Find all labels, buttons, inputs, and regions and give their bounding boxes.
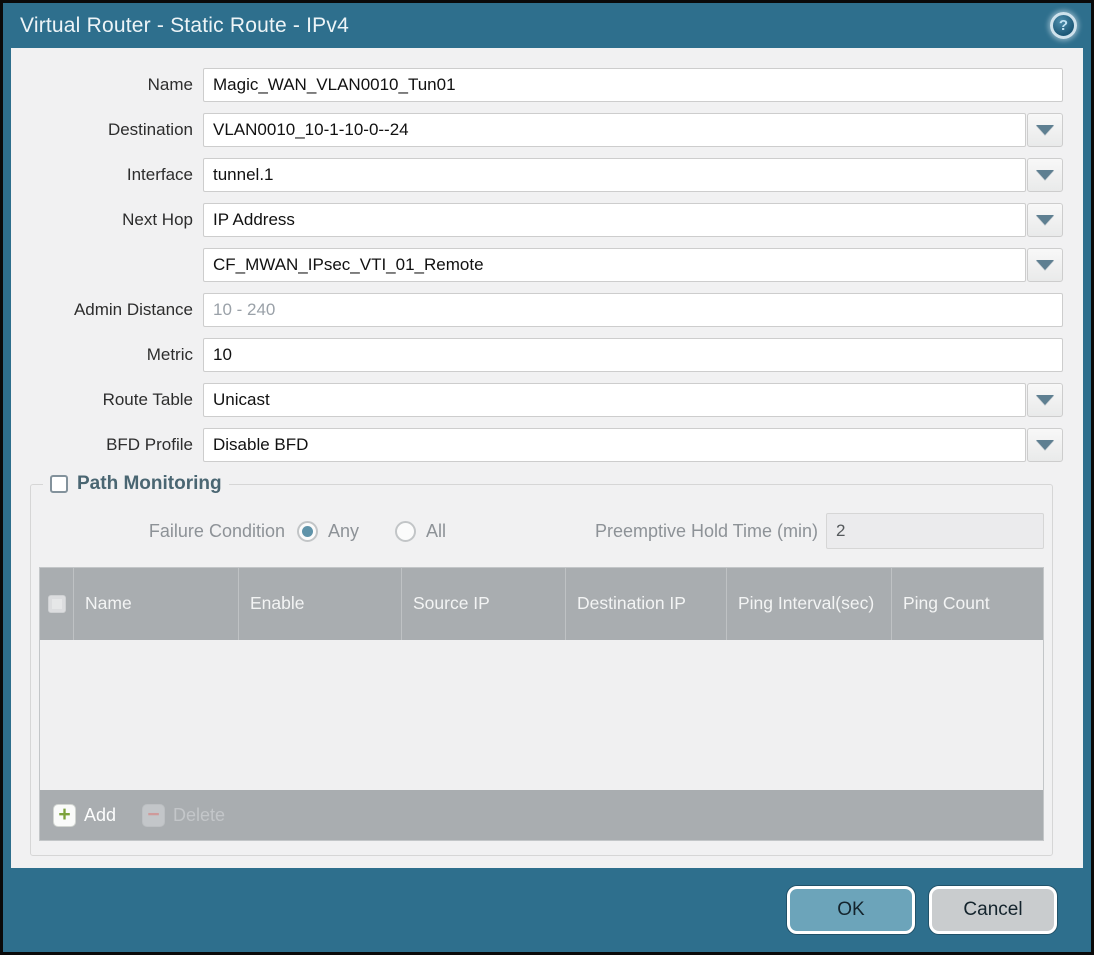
metric-row: Metric	[11, 338, 1063, 372]
metric-label: Metric	[146, 345, 193, 364]
delete-button[interactable]: − Delete	[142, 803, 226, 827]
route-table-label: Route Table	[102, 390, 193, 409]
next-hop-address-dropdown-button[interactable]	[1027, 248, 1063, 282]
column-header-destination-ip[interactable]: Destination IP	[566, 568, 727, 640]
next-hop-type-input[interactable]	[203, 203, 1026, 237]
path-monitoring-section: Path Monitoring Failure Condition Any Al…	[30, 473, 1053, 856]
column-header-name[interactable]: Name	[74, 568, 239, 640]
interface-dropdown-button[interactable]	[1027, 158, 1063, 192]
path-monitor-table-header: Name Enable Source IP Destination IP Pin…	[40, 568, 1043, 640]
preemptive-hold-time-input[interactable]	[826, 513, 1044, 549]
bfd-profile-dropdown-button[interactable]	[1027, 428, 1063, 462]
path-monitoring-checkbox[interactable]	[50, 475, 68, 493]
cancel-button[interactable]: Cancel	[929, 886, 1057, 934]
chevron-down-icon	[1036, 170, 1054, 180]
path-monitor-table-body	[40, 640, 1043, 790]
minus-icon: −	[142, 803, 166, 827]
admin-distance-row: Admin Distance	[11, 293, 1063, 327]
admin-distance-label: Admin Distance	[73, 300, 193, 319]
failure-condition-row: Failure Condition Any All Preemptive Hol…	[39, 513, 1044, 549]
ok-button[interactable]: OK	[787, 886, 915, 934]
destination-dropdown-button[interactable]	[1027, 113, 1063, 147]
failure-condition-all-radio[interactable]	[395, 520, 417, 542]
column-header-ping-count[interactable]: Ping Count	[892, 568, 1043, 640]
column-header-source-ip[interactable]: Source IP	[402, 568, 566, 640]
delete-button-label: Delete	[173, 804, 226, 825]
dialog-virtual-router-static-route: Virtual Router - Static Route - IPv4 ? N…	[0, 0, 1094, 955]
next-hop-row: Next Hop	[11, 203, 1063, 237]
destination-input[interactable]	[203, 113, 1026, 147]
next-hop-address-row	[11, 248, 1063, 282]
dialog-frame: Virtual Router - Static Route - IPv4 ? N…	[3, 3, 1091, 952]
radio-dot	[302, 525, 313, 537]
bfd-profile-input[interactable]	[203, 428, 1026, 462]
path-monitoring-legend: Path Monitoring	[43, 473, 229, 495]
select-all-checkbox[interactable]	[47, 595, 66, 613]
add-button-label: Add	[84, 804, 117, 825]
title-bar: Virtual Router - Static Route - IPv4 ?	[3, 3, 1091, 48]
route-table-row: Route Table	[11, 383, 1063, 417]
chevron-down-icon	[1036, 440, 1054, 450]
next-hop-label: Next Hop	[122, 210, 193, 229]
name-row: Name	[11, 68, 1063, 102]
route-table-dropdown-button[interactable]	[1027, 383, 1063, 417]
name-label: Name	[147, 75, 193, 94]
chevron-down-icon	[1036, 215, 1054, 225]
next-hop-address-input[interactable]	[203, 248, 1026, 282]
dialog-content: Name Destination Interface	[11, 48, 1083, 868]
name-input[interactable]	[203, 68, 1063, 102]
path-monitor-table-footer: + Add − Delete	[40, 790, 1043, 840]
help-icon[interactable]: ?	[1050, 12, 1077, 39]
destination-row: Destination	[11, 113, 1063, 147]
interface-row: Interface	[11, 158, 1063, 192]
metric-input[interactable]	[203, 338, 1063, 372]
bfd-profile-row: BFD Profile	[11, 428, 1063, 462]
failure-condition-label: Failure Condition	[148, 520, 285, 541]
dialog-title: Virtual Router - Static Route - IPv4	[20, 13, 349, 37]
next-hop-dropdown-button[interactable]	[1027, 203, 1063, 237]
chevron-down-icon	[1036, 260, 1054, 270]
interface-input[interactable]	[203, 158, 1026, 192]
chevron-down-icon	[1036, 395, 1054, 405]
column-header-enable[interactable]: Enable	[239, 568, 402, 640]
route-table-input[interactable]	[203, 383, 1026, 417]
preemptive-hold-time-label: Preemptive Hold Time (min)	[594, 520, 818, 541]
path-monitoring-title: Path Monitoring	[77, 473, 222, 494]
dialog-footer: OK Cancel	[3, 868, 1091, 952]
column-header-ping-interval[interactable]: Ping Interval(sec)	[727, 568, 892, 640]
admin-distance-input[interactable]	[203, 293, 1063, 327]
plus-icon: +	[53, 803, 76, 827]
header-checkbox-cell	[40, 568, 74, 640]
interface-label: Interface	[126, 165, 193, 184]
failure-condition-any-label: Any	[328, 520, 360, 541]
path-monitor-table: Name Enable Source IP Destination IP Pin…	[39, 567, 1044, 841]
failure-condition-all-label: All	[426, 520, 447, 541]
destination-label: Destination	[107, 120, 193, 139]
add-button[interactable]: + Add	[53, 803, 117, 827]
failure-condition-any-radio[interactable]	[297, 520, 318, 542]
bfd-profile-label: BFD Profile	[106, 435, 193, 454]
chevron-down-icon	[1036, 125, 1054, 135]
